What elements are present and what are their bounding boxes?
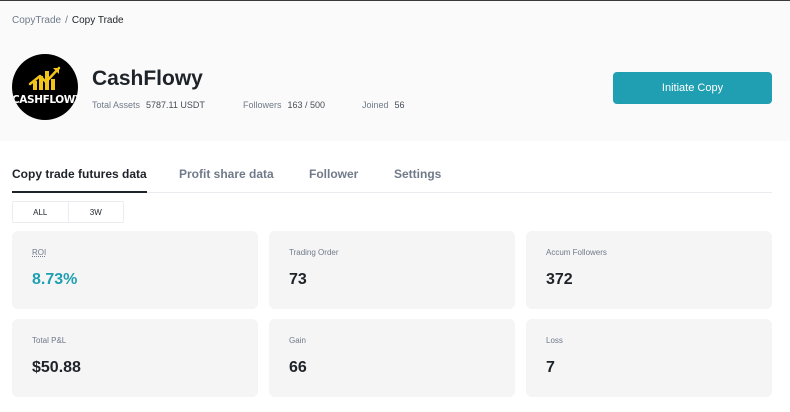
- breadcrumb-parent-link[interactable]: CopyTrade: [12, 15, 61, 26]
- tab-copy-trade-futures-data[interactable]: Copy trade futures data: [12, 167, 147, 193]
- loss-label: Loss: [546, 336, 563, 345]
- stat-card-accum-followers: Accum Followers 372: [526, 231, 772, 309]
- accum-followers-label: Accum Followers: [546, 248, 607, 257]
- roi-label[interactable]: ROI: [32, 248, 46, 257]
- breadcrumb: CopyTrade / Copy Trade: [12, 15, 124, 26]
- tab-bar: Copy trade futures data Profit share dat…: [12, 161, 772, 193]
- accum-followers-value: 372: [546, 271, 573, 288]
- joined-days: Joined 56: [362, 100, 405, 110]
- trading-order-label: Trading Order: [289, 248, 339, 257]
- stat-card-total-pnl: Total P&L $50.88: [12, 319, 258, 397]
- total-assets-label: Total Assets: [92, 100, 141, 110]
- time-range-toggle: ALL 3W: [12, 201, 124, 223]
- gain-value: 66: [289, 359, 307, 376]
- trader-name: CashFlowy: [92, 67, 203, 90]
- tab-settings[interactable]: Settings: [394, 167, 441, 181]
- total-assets: Total Assets 5787.11 USDT: [92, 100, 205, 110]
- stat-card-roi: ROI 8.73%: [12, 231, 258, 309]
- total-assets-value: 5787.11 USDT: [146, 100, 205, 110]
- avatar-logo-text: CASHFLOWY: [12, 94, 78, 106]
- initiate-copy-button[interactable]: Initiate Copy: [613, 72, 772, 104]
- range-3w-button[interactable]: 3W: [67, 202, 124, 222]
- gain-label: Gain: [289, 336, 306, 345]
- stat-card-gain: Gain 66: [269, 319, 515, 397]
- avatar: CASHFLOWY: [12, 54, 78, 120]
- joined-value: 56: [394, 100, 405, 110]
- tab-profit-share-data[interactable]: Profit share data: [179, 167, 274, 181]
- tab-follower[interactable]: Follower: [309, 167, 358, 181]
- loss-value: 7: [546, 359, 555, 376]
- rising-chart-bars-icon: [28, 66, 61, 90]
- breadcrumb-separator: /: [65, 15, 68, 26]
- range-all-button[interactable]: ALL: [13, 202, 68, 222]
- total-pnl-label: Total P&L: [32, 336, 67, 345]
- breadcrumb-current: Copy Trade: [71, 15, 124, 26]
- followers-value: 163 / 500: [287, 100, 326, 110]
- trading-order-value: 73: [289, 271, 307, 288]
- followers-label: Followers: [243, 100, 282, 110]
- total-pnl-value: $50.88: [32, 359, 81, 376]
- followers-count: Followers 163 / 500: [243, 100, 325, 110]
- roi-value: 8.73%: [32, 271, 78, 288]
- joined-label: Joined: [362, 100, 389, 110]
- stat-card-trading-order: Trading Order 73: [269, 231, 515, 309]
- stat-card-loss: Loss 7: [526, 319, 772, 397]
